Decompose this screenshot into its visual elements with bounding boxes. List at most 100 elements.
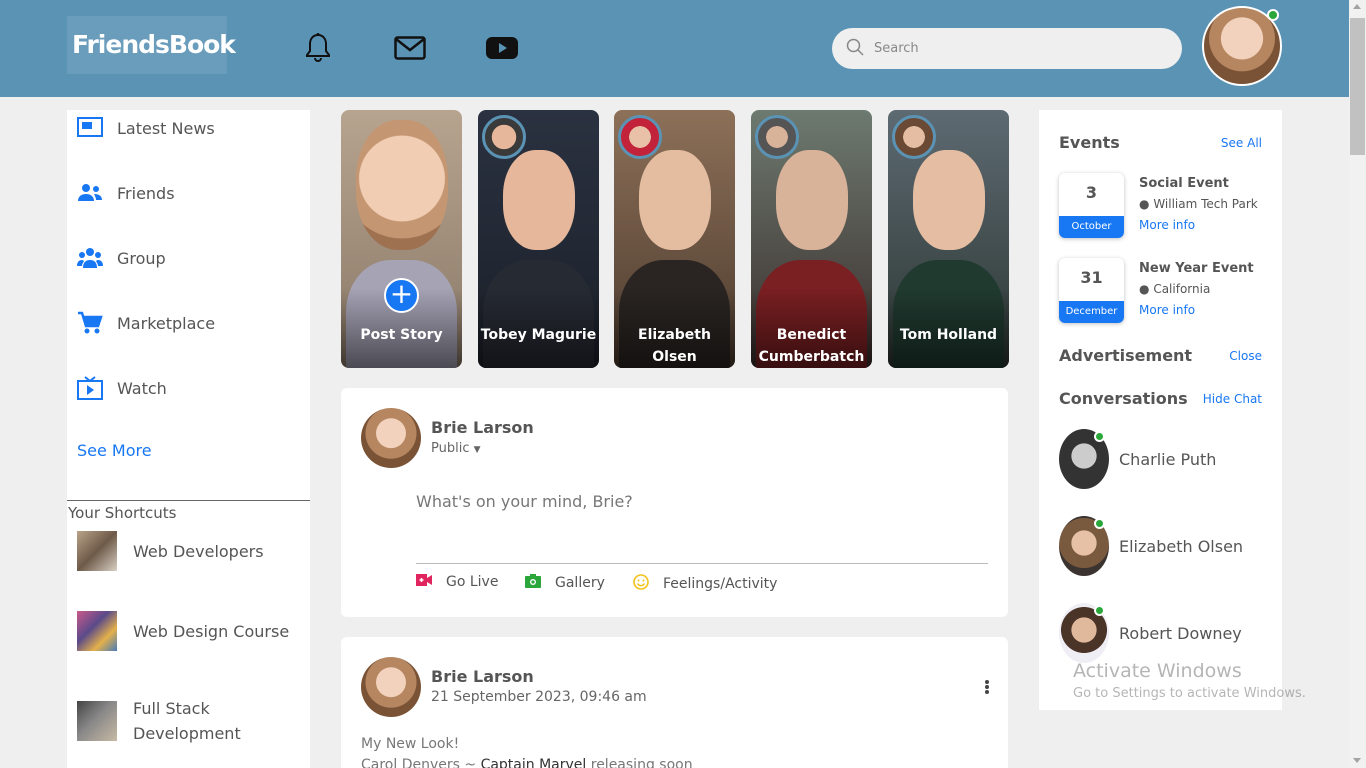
friends-icon: [77, 183, 103, 203]
sidebar-item-watch[interactable]: Watch: [77, 370, 167, 406]
create-post-card: Brie Larson Public ▼ What's on your mind…: [341, 388, 1008, 617]
left-sidebar: Latest News Friends Group Marketplace Wa…: [67, 110, 310, 768]
story-tom[interactable]: Tom Holland: [888, 110, 1009, 368]
advertisement-title: Advertisement: [1059, 346, 1193, 365]
more-options-icon[interactable]: [984, 679, 990, 695]
event-location-text: California: [1153, 282, 1211, 296]
conversations-title: Conversations: [1059, 389, 1188, 408]
story-image: [776, 150, 848, 250]
bell-icon[interactable]: [300, 30, 336, 66]
story-image: [356, 120, 448, 250]
shortcut-web-design-course[interactable]: Web Design Course: [77, 611, 303, 651]
shortcuts-title: Your Shortcuts: [68, 504, 177, 522]
camera-icon: [525, 574, 541, 592]
post-author: Brie Larson: [431, 418, 534, 437]
sidebar-item-group[interactable]: Group: [77, 240, 166, 276]
post-author: Brie Larson: [431, 667, 534, 686]
divider: [67, 500, 310, 501]
post-link[interactable]: Captain Marvel: [481, 757, 587, 768]
feelings-button[interactable]: Feelings/Activity: [633, 574, 777, 594]
online-status-dot: [1094, 518, 1105, 529]
shortcut-label: Web Design Course: [133, 621, 290, 641]
event-date: 3 October: [1059, 173, 1124, 238]
shortcut-web-developers[interactable]: Web Developers: [77, 531, 303, 571]
top-header: FriendsBook: [0, 0, 1366, 97]
search-bar[interactable]: [832, 28, 1182, 69]
online-status-dot: [1094, 605, 1105, 616]
youtube-icon[interactable]: [484, 30, 520, 66]
smile-icon: [633, 574, 649, 594]
hide-chat-link[interactable]: Hide Chat: [1203, 392, 1262, 406]
shortcut-thumbnail: [77, 611, 117, 651]
post-input[interactable]: What's on your mind, Brie?: [416, 492, 633, 511]
go-live-button[interactable]: Go Live: [416, 574, 498, 590]
shortcut-thumbnail: [77, 531, 117, 571]
scroll-up-arrow-icon[interactable]: [1353, 4, 1361, 9]
avatar: [1059, 516, 1109, 576]
mail-icon[interactable]: [392, 30, 428, 66]
conversation-robert[interactable]: Robert Downey: [1059, 603, 1242, 663]
sidebar-item-label: Friends: [117, 183, 175, 203]
cart-icon: [77, 311, 103, 335]
search-input[interactable]: [874, 41, 1164, 56]
events-title: Events: [1059, 133, 1120, 152]
group-icon: [77, 247, 103, 269]
scroll-down-arrow-icon[interactable]: [1353, 758, 1361, 763]
sidebar-item-label: Marketplace: [117, 313, 216, 333]
story-elizabeth[interactable]: Elizabeth Olsen: [614, 110, 735, 368]
activate-windows-hint: Go to Settings to activate Windows.: [1073, 686, 1306, 701]
story-image: [913, 150, 985, 250]
event-month: December: [1059, 301, 1124, 323]
sidebar-item-friends[interactable]: Friends: [77, 175, 175, 211]
event-more-info[interactable]: More info: [1139, 218, 1195, 232]
privacy-label: Public: [431, 441, 470, 456]
story-image: [503, 150, 575, 250]
conversation-elizabeth[interactable]: Elizabeth Olsen: [1059, 516, 1243, 576]
event-location: ● California: [1139, 282, 1210, 296]
see-more-link[interactable]: See More: [77, 441, 152, 460]
avatar: [361, 408, 421, 468]
event-title: New Year Event: [1139, 261, 1254, 276]
conversation-charlie[interactable]: Charlie Puth: [1059, 429, 1216, 489]
story-tobey[interactable]: Tobey Magurie: [478, 110, 599, 368]
shortcut-full-stack[interactable]: Full Stack Development: [77, 696, 303, 746]
online-status-dot: [1267, 9, 1279, 21]
event-location-text: William Tech Park: [1153, 197, 1258, 211]
post-text-prefix: Carol Denvers ~: [361, 757, 481, 768]
event-more-info[interactable]: More info: [1139, 303, 1195, 317]
see-all-link[interactable]: See All: [1221, 136, 1262, 150]
scrollbar-thumb[interactable]: [1350, 18, 1365, 155]
close-ad-link[interactable]: Close: [1229, 349, 1262, 363]
story-name: Tom Holland: [899, 327, 998, 343]
story-image: [639, 150, 711, 250]
sidebar-item-latest-news[interactable]: Latest News: [77, 110, 215, 146]
event-location: ● William Tech Park: [1139, 197, 1258, 211]
privacy-dropdown[interactable]: Public ▼: [431, 441, 481, 456]
avatar: [1059, 429, 1109, 489]
event-day: 3: [1085, 183, 1098, 202]
sidebar-item-label: Watch: [117, 378, 167, 398]
post-text-suffix: releasing soon: [586, 757, 693, 768]
story-name: Post Story: [360, 327, 443, 343]
post-text-line2: Carol Denvers ~ Captain Marvel releasing…: [361, 757, 693, 768]
sidebar-item-label: Latest News: [117, 118, 215, 138]
sidebar-item-marketplace[interactable]: Marketplace: [77, 305, 215, 341]
conversation-name: Charlie Puth: [1119, 449, 1217, 469]
story-benedict[interactable]: Benedict Cumberbatch: [751, 110, 872, 368]
search-icon: [846, 38, 864, 60]
gallery-button[interactable]: Gallery: [525, 574, 605, 592]
story-post[interactable]: + Post Story: [341, 110, 462, 368]
story-avatar: [618, 115, 662, 159]
story-avatar: [755, 115, 799, 159]
add-story-button[interactable]: +: [384, 278, 419, 313]
event-date: 31 December: [1059, 258, 1124, 323]
caret-down-icon: ▼: [473, 445, 481, 455]
logo[interactable]: FriendsBook: [67, 16, 236, 74]
conversation-name: Elizabeth Olsen: [1119, 536, 1244, 556]
story-name: Benedict Cumberbatch: [758, 327, 865, 365]
right-sidebar: Events See All 3 October Social Event ● …: [1039, 110, 1282, 710]
tv-icon: [77, 376, 103, 400]
event-month: October: [1059, 216, 1124, 238]
map-marker-icon: ●: [1139, 197, 1150, 211]
map-marker-icon: ●: [1139, 282, 1150, 296]
